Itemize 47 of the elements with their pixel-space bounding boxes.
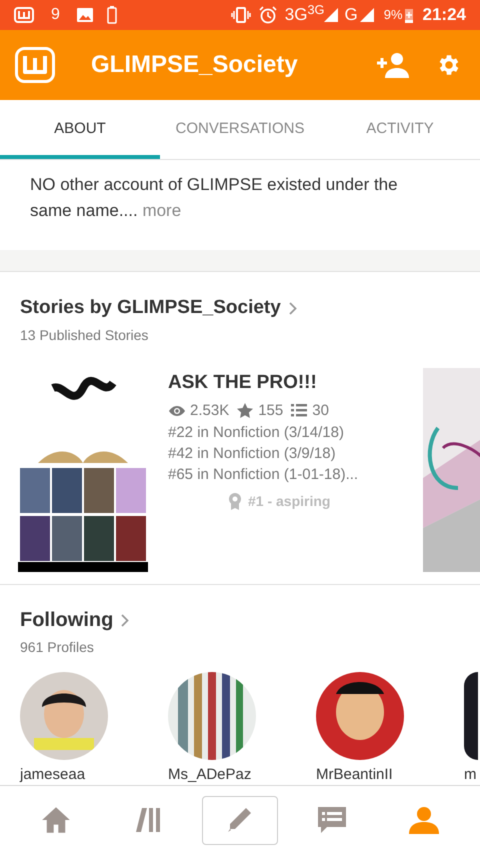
more-link[interactable]: more [142,201,182,220]
signal-icon [360,8,374,22]
home-icon [41,806,71,834]
battery-outline-icon [106,6,117,24]
ranking-text: #42 in Nonfiction (3/9/18) [168,444,337,464]
ranking-text: #65 in Nonfiction (1-01-18)... [168,465,360,485]
vote-count: 155 [258,400,284,420]
story-count: 13 Published Stories [19,326,150,344]
ranking-text: #22 in Nonfiction (3/14/18) [168,423,345,443]
star-icon [237,403,254,418]
tab[interactable]: ABOUT [0,100,160,159]
view-count: 2.53K [190,400,230,420]
profile-name[interactable]: m [464,764,480,786]
battery-charging-icon [404,7,413,23]
list-icon [291,403,308,418]
network-type: 3G$^{3G}$ [284,2,324,26]
tab[interactable]: ACTIVITY [320,100,480,159]
message-list-icon [317,806,347,834]
profile-name[interactable]: MrBeantinII [316,764,464,786]
alarm-icon [258,6,277,24]
notification-count: 9 [51,5,60,25]
part-count: 30 [312,400,329,420]
library-icon [133,806,163,834]
network-type: G [344,4,358,26]
chevron-right-icon [288,302,297,315]
profile-count: 961 Profiles [19,638,95,657]
chevron-right-icon [121,614,130,626]
vibrate-icon [230,7,251,23]
nav-tab[interactable] [202,796,278,844]
logo-icon [15,47,55,83]
medal-icon [228,493,242,510]
badge-text: #1 - aspiring [248,492,330,511]
section-title[interactable]: Following [20,605,114,635]
about-text: NO other account of GLIMPSE existed under the same name.... more [30,174,399,222]
clock: 21:24 [422,4,466,26]
add-person-icon [376,52,410,78]
image-icon [76,8,93,22]
signal-icon [324,8,338,22]
story-title[interactable]: ASK THE PRO!!! [168,370,405,396]
profile-name[interactable]: Ms_ADePaz [168,764,316,786]
profile-title: GLIMPSE_Society [91,50,298,80]
tab[interactable]: CONVERSATIONS [160,100,320,159]
app-icon [14,7,34,23]
section-title[interactable]: Stories by GLIMPSE_Society [20,294,281,322]
battery-percent: 9% [384,6,403,24]
person-icon [409,806,439,834]
profile-name[interactable]: jameseaa [20,764,168,786]
